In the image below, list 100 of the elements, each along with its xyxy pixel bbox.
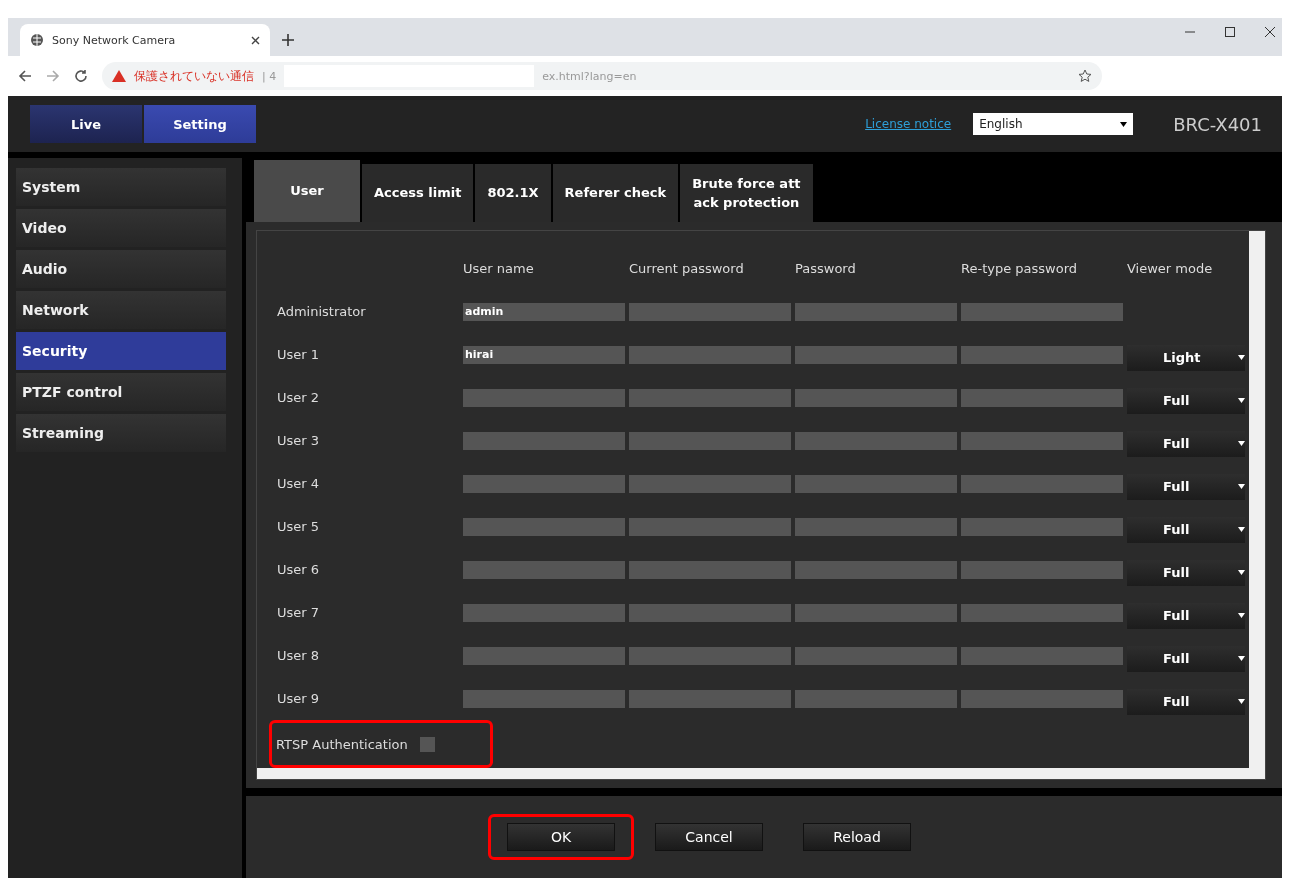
maximize-icon[interactable] xyxy=(1224,26,1236,38)
dropdown-icon xyxy=(1238,527,1245,532)
text-field[interactable] xyxy=(961,646,1123,665)
text-field[interactable] xyxy=(795,603,957,622)
text-field[interactable] xyxy=(463,388,625,407)
text-field[interactable] xyxy=(463,603,625,622)
address-bar[interactable]: 保護されていない通信 | 4 ex.html?lang=en xyxy=(102,62,1102,90)
settings-tab[interactable]: Access limit xyxy=(362,164,474,222)
text-field[interactable] xyxy=(629,689,791,708)
close-icon[interactable] xyxy=(1264,26,1276,38)
text-field[interactable] xyxy=(629,560,791,579)
sidebar-item[interactable]: Video xyxy=(16,209,226,247)
model-name: BRC-X401 xyxy=(1173,113,1262,135)
dropdown-icon xyxy=(1238,355,1245,360)
text-field[interactable] xyxy=(795,646,957,665)
text-field[interactable] xyxy=(463,646,625,665)
horizontal-scrollbar[interactable] xyxy=(257,768,1265,779)
text-field[interactable] xyxy=(795,345,957,364)
text-field[interactable] xyxy=(961,689,1123,708)
text-field[interactable] xyxy=(961,431,1123,450)
back-icon[interactable] xyxy=(18,69,32,83)
column-header: Re-type password xyxy=(961,261,1078,276)
row-label: Administrator xyxy=(277,304,366,319)
row-label: User 9 xyxy=(277,691,320,706)
sidebar-item[interactable]: Network xyxy=(16,291,226,329)
row-label: User 3 xyxy=(277,433,320,448)
text-field[interactable] xyxy=(961,345,1123,364)
globe-icon xyxy=(30,33,44,47)
license-link[interactable]: License notice xyxy=(865,117,952,131)
text-field[interactable] xyxy=(629,431,791,450)
text-field[interactable] xyxy=(795,689,957,708)
action-button[interactable]: Cancel xyxy=(655,823,763,851)
dropdown-icon xyxy=(1120,121,1128,127)
sidebar-item[interactable]: Audio xyxy=(16,250,226,288)
text-field[interactable] xyxy=(961,603,1123,622)
column-header: Current password xyxy=(629,261,744,276)
text-field[interactable] xyxy=(629,388,791,407)
text-field[interactable] xyxy=(795,431,957,450)
row-label: User 1 xyxy=(277,347,320,362)
text-field[interactable] xyxy=(629,603,791,622)
row-label: User 2 xyxy=(277,390,320,405)
text-field[interactable] xyxy=(463,517,625,536)
sidebar-item[interactable]: Security xyxy=(16,332,226,370)
row-label: User 5 xyxy=(277,519,320,534)
text-field[interactable]: admin xyxy=(463,302,625,321)
column-header: Password xyxy=(795,261,856,276)
action-button[interactable]: OK xyxy=(507,823,615,851)
text-field[interactable] xyxy=(463,560,625,579)
dropdown-icon xyxy=(1238,570,1245,575)
text-field[interactable] xyxy=(961,560,1123,579)
text-field[interactable] xyxy=(629,345,791,364)
mode-button[interactable]: Setting xyxy=(144,105,256,143)
column-header: User name xyxy=(463,261,534,276)
sidebar-item[interactable]: Streaming xyxy=(16,414,226,452)
text-field[interactable] xyxy=(795,388,957,407)
dropdown-icon xyxy=(1238,699,1245,704)
text-field[interactable] xyxy=(629,474,791,493)
text-field[interactable] xyxy=(629,302,791,321)
action-button[interactable]: Reload xyxy=(803,823,911,851)
browser-tab[interactable]: Sony Network Camera xyxy=(20,24,270,56)
text-field[interactable] xyxy=(795,560,957,579)
column-header: Viewer mode xyxy=(1127,261,1213,276)
close-icon[interactable] xyxy=(251,35,260,45)
mode-button[interactable]: Live xyxy=(30,105,142,143)
settings-tab[interactable]: Brute force att ack protection xyxy=(680,164,813,222)
text-field[interactable] xyxy=(961,517,1123,536)
url-text: ex.html?lang=en xyxy=(542,69,637,83)
reload-icon[interactable] xyxy=(74,69,88,83)
sidebar-item[interactable]: System xyxy=(16,168,226,206)
text-field[interactable] xyxy=(463,689,625,708)
star-icon[interactable] xyxy=(1078,69,1092,83)
settings-tab[interactable]: Referer check xyxy=(552,164,679,222)
row-label: User 6 xyxy=(277,562,320,577)
text-field[interactable] xyxy=(629,517,791,536)
text-field[interactable] xyxy=(795,474,957,493)
vertical-scrollbar[interactable] xyxy=(1249,231,1265,768)
new-tab-icon[interactable] xyxy=(282,34,294,46)
sidebar-item[interactable]: PTZF control xyxy=(16,373,226,411)
forward-icon[interactable] xyxy=(46,69,60,83)
settings-tab[interactable]: User xyxy=(254,160,360,222)
text-field[interactable] xyxy=(961,302,1123,321)
text-field[interactable] xyxy=(961,388,1123,407)
text-field[interactable] xyxy=(961,474,1123,493)
text-field[interactable] xyxy=(629,646,791,665)
settings-tab[interactable]: 802.1X xyxy=(475,164,551,222)
tab-title: Sony Network Camera xyxy=(52,33,176,47)
url-prefix: | 4 xyxy=(262,69,277,83)
rtsp-label: RTSP Authentication xyxy=(276,736,408,752)
dropdown-icon xyxy=(1238,484,1245,489)
dropdown-icon xyxy=(1238,613,1245,618)
text-field[interactable] xyxy=(463,431,625,450)
language-select[interactable]: English xyxy=(973,113,1134,135)
text-field[interactable] xyxy=(795,517,957,536)
text-field[interactable]: hirai xyxy=(463,345,625,364)
security-warning: 保護されていない通信 xyxy=(134,67,254,85)
rtsp-checkbox[interactable] xyxy=(419,736,435,752)
row-label: User 8 xyxy=(277,648,320,663)
text-field[interactable] xyxy=(795,302,957,321)
dropdown-icon xyxy=(1238,398,1245,403)
text-field[interactable] xyxy=(463,474,625,493)
